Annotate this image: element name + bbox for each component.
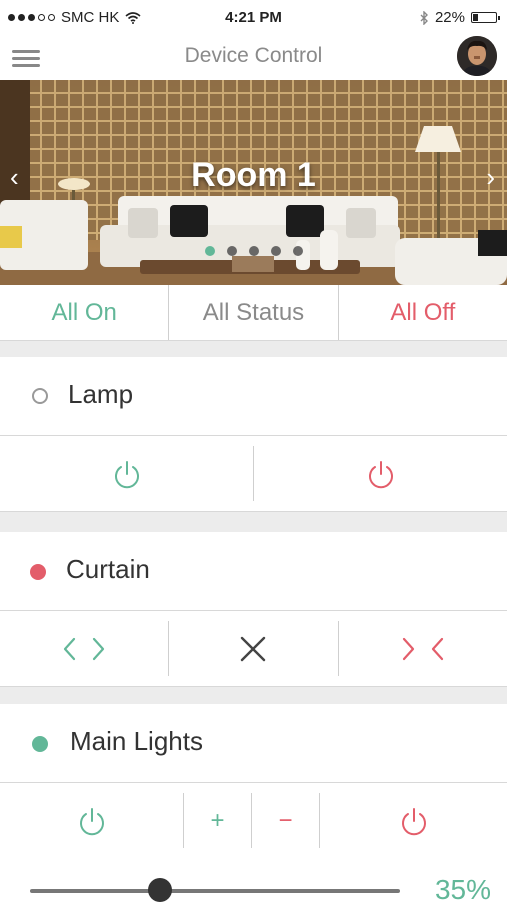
all-off-button[interactable]: All Off: [339, 285, 507, 340]
power-off-icon: [401, 807, 426, 835]
device-curtain-label: Curtain: [66, 554, 150, 584]
carousel-page-dot[interactable]: [204, 246, 215, 256]
carousel-page-dot[interactable]: [270, 246, 281, 256]
power-on-icon: [79, 807, 104, 835]
status-bar: SMC HK 4:21 PM 22%: [0, 0, 507, 36]
battery-icon: [471, 12, 500, 23]
curtain-close-icon: [402, 637, 443, 660]
device-main-lights-header: Main Lights: [0, 704, 507, 783]
room-carousel[interactable]: ‹ › Room 1: [0, 80, 507, 285]
lamp-off-button[interactable]: [254, 436, 507, 511]
power-on-icon: [114, 460, 139, 488]
brightness-value: 35%: [434, 874, 491, 905]
close-icon: [241, 636, 266, 661]
carousel-page-dot[interactable]: [248, 246, 259, 256]
curtain-status-indicator: [30, 564, 46, 580]
curtain-controls: [0, 611, 507, 687]
main-lights-off-button[interactable]: [320, 783, 507, 858]
section-gap: [0, 341, 507, 357]
main-lights-status-indicator: [32, 736, 48, 752]
navigation-bar: Device Control: [0, 36, 507, 80]
status-right: 22%: [419, 9, 500, 26]
carousel-page-dot[interactable]: [226, 246, 237, 256]
brightness-slider-row: 35%: [0, 856, 507, 905]
curtain-open-button[interactable]: [0, 611, 168, 686]
main-lights-controls: + −: [0, 783, 507, 859]
battery-percentage: 22%: [434, 9, 465, 26]
device-lamp-header: Lamp: [0, 357, 507, 436]
main-lights-on-button[interactable]: [0, 783, 183, 858]
page-title: Device Control: [184, 44, 323, 67]
brightness-slider[interactable]: [30, 889, 400, 893]
carousel-page-dot[interactable]: [292, 246, 303, 256]
section-gap: [0, 512, 507, 532]
curtain-stop-button[interactable]: [169, 611, 337, 686]
curtain-close-button[interactable]: [339, 611, 507, 686]
carousel-pager[interactable]: [0, 246, 507, 256]
device-curtain-header: Curtain: [0, 532, 507, 611]
brightness-slider-handle[interactable]: [147, 878, 172, 902]
power-off-icon: [368, 460, 393, 488]
bluetooth-icon: [420, 10, 428, 25]
avatar[interactable]: [457, 36, 497, 76]
all-status-button[interactable]: All Status: [169, 285, 337, 340]
battery-level: [473, 14, 478, 21]
device-lamp-label: Lamp: [68, 379, 134, 409]
curtain-open-icon: [64, 637, 105, 660]
all-on-button[interactable]: All On: [0, 285, 168, 340]
brightness-increase-button[interactable]: +: [184, 783, 251, 858]
quick-actions-bar: All On All Status All Off: [0, 285, 507, 341]
lamp-status-indicator: [32, 388, 48, 404]
user-avatar-icon: [457, 36, 497, 76]
section-gap: [0, 687, 507, 704]
room-title: Room 1: [191, 156, 316, 194]
lamp-controls: [0, 436, 507, 512]
brightness-decrease-button[interactable]: −: [252, 783, 319, 858]
device-main-lights-label: Main Lights: [70, 726, 203, 756]
lamp-on-button[interactable]: [0, 436, 253, 511]
